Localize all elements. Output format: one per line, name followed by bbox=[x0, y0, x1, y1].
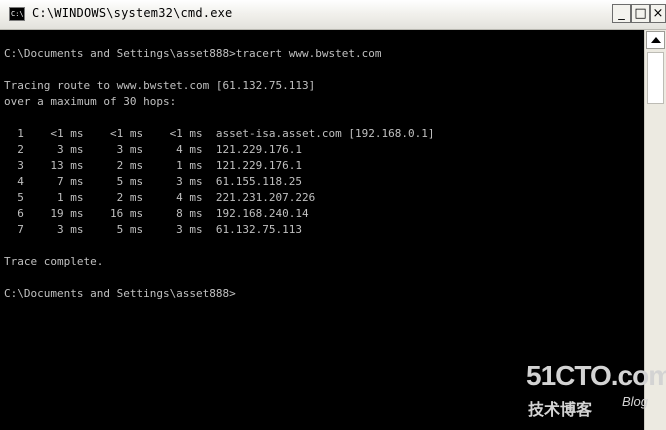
console-line: 3 13 ms 2 ms 1 ms 121.229.176.1 bbox=[4, 159, 303, 172]
minimize-button[interactable]: _ bbox=[612, 4, 631, 23]
console-line: over a maximum of 30 hops: bbox=[4, 95, 177, 108]
watermark-tagline: 技术博客 bbox=[528, 400, 593, 419]
cmd-window: C:\ C:\WINDOWS\system32\cmd.exe _ □ × C:… bbox=[0, 0, 666, 430]
cmd-app-icon[interactable]: C:\ bbox=[9, 7, 25, 21]
console-line: 7 3 ms 5 ms 3 ms 61.132.75.113 bbox=[4, 223, 303, 236]
scrollbar-thumb[interactable] bbox=[647, 52, 664, 104]
watermark-site: 51CTO.com bbox=[526, 360, 666, 391]
console-line: Tracing route to www.bwstet.com [61.132.… bbox=[4, 79, 316, 92]
console-line: 6 19 ms 16 ms 8 ms 192.168.240.14 bbox=[4, 207, 309, 220]
arrow-up-icon bbox=[651, 37, 661, 43]
title-bar[interactable]: C:\ C:\WINDOWS\system32\cmd.exe _ □ × bbox=[0, 0, 666, 30]
console-line: 2 3 ms 3 ms 4 ms 121.229.176.1 bbox=[4, 143, 303, 156]
close-button[interactable]: × bbox=[650, 4, 666, 23]
console-line: C:\Documents and Settings\asset888>trace… bbox=[4, 47, 382, 60]
maximize-button[interactable]: □ bbox=[631, 4, 650, 23]
console-line: 5 1 ms 2 ms 4 ms 221.231.207.226 bbox=[4, 191, 316, 204]
watermark: 51CTO.com 技术博客 Blog bbox=[526, 358, 666, 419]
console-line: C:\Documents and Settings\asset888> bbox=[4, 287, 236, 300]
console-line: 1 <1 ms <1 ms <1 ms asset-isa.asset.com … bbox=[4, 127, 435, 140]
console-line: 4 7 ms 5 ms 3 ms 61.155.118.25 bbox=[4, 175, 303, 188]
watermark-blog: Blog bbox=[622, 394, 649, 409]
console-line: Trace complete. bbox=[4, 255, 104, 268]
scroll-up-button[interactable] bbox=[646, 31, 665, 49]
window-title: C:\WINDOWS\system32\cmd.exe bbox=[32, 6, 233, 20]
